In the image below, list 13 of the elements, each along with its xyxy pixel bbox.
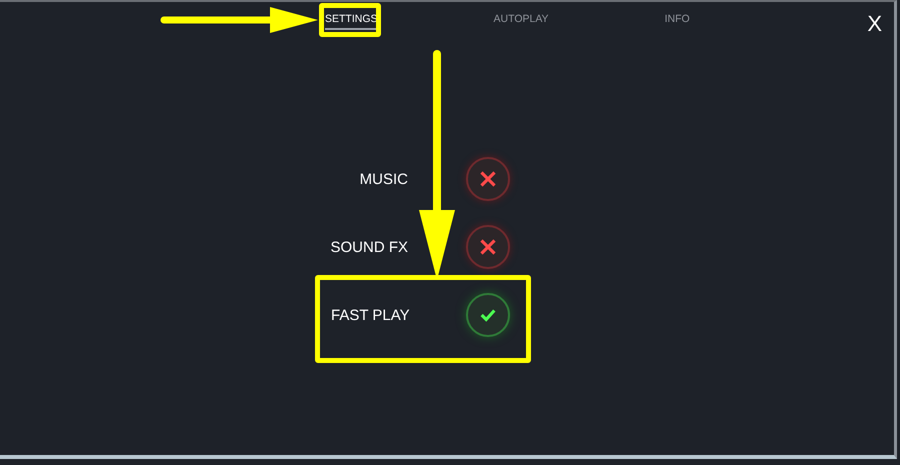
toggle-button[interactable] — [466, 225, 510, 269]
setting-label: FAST PLAY — [331, 306, 410, 324]
tab[interactable]: AUTOPLAY — [494, 11, 549, 29]
close-icon — [479, 170, 497, 188]
close-icon — [479, 238, 497, 256]
setting-label: MUSIC — [358, 170, 408, 188]
toggle-button[interactable] — [466, 293, 510, 337]
toggle-button[interactable] — [466, 157, 510, 201]
tab[interactable]: SETTINGS — [325, 11, 378, 29]
close-button[interactable]: X — [863, 11, 886, 37]
tab[interactable]: INFO — [664, 11, 690, 29]
setting-label: SOUND FX — [329, 238, 408, 256]
highlight-box — [319, 3, 381, 37]
